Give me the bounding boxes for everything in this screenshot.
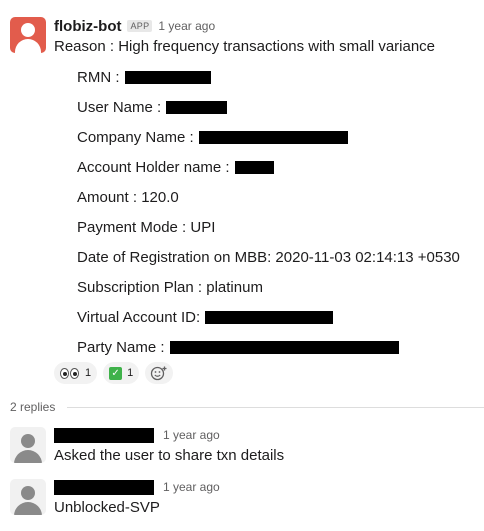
redacted-value xyxy=(205,310,334,324)
field-party-name: Party Name : xyxy=(77,337,399,357)
field-label: Payment Mode : UPI xyxy=(77,218,216,236)
reaction-count: 1 xyxy=(127,367,134,379)
redacted-value xyxy=(234,160,274,174)
user-avatar[interactable] xyxy=(10,479,46,515)
reply-message: 1 year ago Unblocked-SVP xyxy=(0,479,484,527)
field-label: Amount : 120.0 xyxy=(77,188,179,206)
reply-timestamp[interactable]: 1 year ago xyxy=(163,480,220,494)
field-user-name: User Name : xyxy=(77,97,228,117)
field-label: Date of Registration on MBB: 2020-11-03 … xyxy=(77,248,460,266)
reply-message: 1 year ago Asked the user to share txn d… xyxy=(0,427,484,475)
field-label: Company Name : xyxy=(77,128,194,146)
reason-text: Reason : High frequency transactions wit… xyxy=(54,38,436,55)
field-label: User Name : xyxy=(77,98,162,116)
redacted-username xyxy=(54,427,154,443)
field-virtual-account-id: Virtual Account ID: xyxy=(77,307,334,327)
field-label: Subscription Plan : platinum xyxy=(77,278,263,296)
reply-text: Asked the user to share txn details xyxy=(54,447,285,464)
reaction-white-check-mark[interactable]: ✓ 1 xyxy=(103,362,140,384)
field-payment-mode: Payment Mode : UPI xyxy=(77,217,215,237)
message-header: flobiz-bot APP 1 year ago xyxy=(54,17,215,35)
replies-divider: 2 replies xyxy=(10,399,484,415)
field-company-name: Company Name : xyxy=(77,127,348,147)
app-badge: APP xyxy=(127,20,153,32)
eyes-icon xyxy=(60,367,80,379)
field-account-holder-name: Account Holder name : xyxy=(77,157,274,177)
redacted-value xyxy=(166,100,228,114)
add-reaction-icon xyxy=(151,366,167,381)
avatar-head-shape xyxy=(21,23,35,37)
replies-count[interactable]: 2 replies xyxy=(10,400,55,414)
field-label: Account Holder name : xyxy=(77,158,230,176)
field-date-of-registration: Date of Registration on MBB: 2020-11-03 … xyxy=(77,247,460,267)
redacted-value xyxy=(124,70,211,84)
redacted-value xyxy=(198,130,348,144)
avatar-head-shape xyxy=(21,434,35,448)
reply-header: 1 year ago xyxy=(54,479,220,495)
field-label: Virtual Account ID: xyxy=(77,308,201,326)
reply-text: Unblocked-SVP xyxy=(54,499,160,516)
bot-avatar[interactable] xyxy=(10,17,46,53)
redacted-value xyxy=(169,340,399,354)
sender-name[interactable]: flobiz-bot xyxy=(54,18,121,35)
avatar-body-shape xyxy=(14,502,42,515)
avatar-body-shape xyxy=(15,39,41,53)
field-subscription-plan: Subscription Plan : platinum xyxy=(77,277,263,297)
field-label: RMN : xyxy=(77,68,120,86)
reactions-bar: 1 ✓ 1 xyxy=(54,362,174,384)
reply-timestamp[interactable]: 1 year ago xyxy=(163,428,220,442)
divider-line xyxy=(67,406,484,408)
avatar-head-shape xyxy=(21,486,35,500)
user-avatar[interactable] xyxy=(10,427,46,463)
add-reaction-button[interactable] xyxy=(145,362,174,384)
field-rmn: RMN : xyxy=(77,67,211,87)
reaction-count: 1 xyxy=(85,367,92,379)
field-label: Party Name : xyxy=(77,338,165,356)
reaction-eyes[interactable]: 1 xyxy=(54,362,98,384)
message-timestamp[interactable]: 1 year ago xyxy=(158,19,215,33)
avatar-body-shape xyxy=(14,450,42,463)
field-amount: Amount : 120.0 xyxy=(77,187,179,207)
reply-header: 1 year ago xyxy=(54,427,220,443)
white-check-mark-icon: ✓ xyxy=(109,366,123,380)
redacted-username xyxy=(54,479,154,495)
